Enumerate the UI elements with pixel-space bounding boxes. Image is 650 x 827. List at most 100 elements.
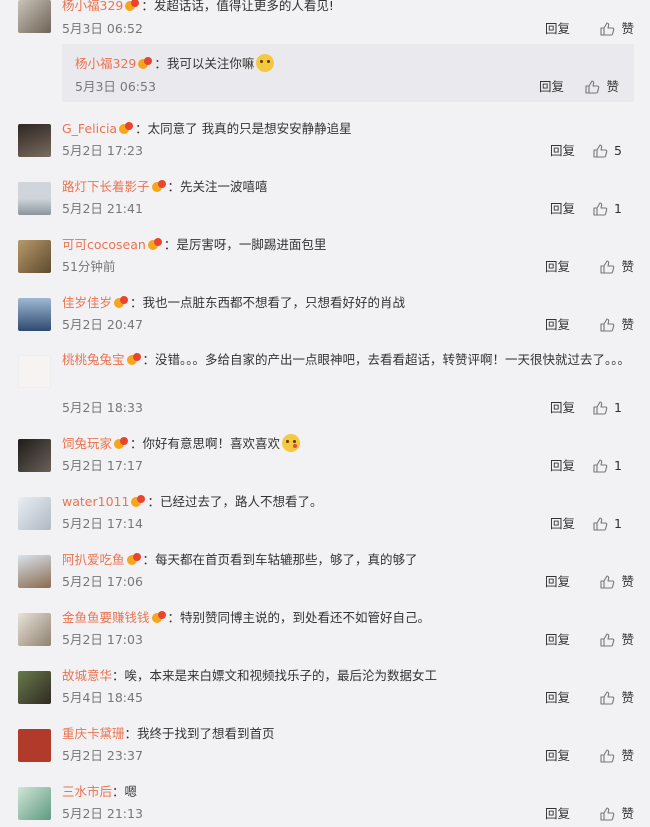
reply-button[interactable]: 回复: [545, 748, 570, 764]
reply-button[interactable]: 回复: [545, 317, 570, 333]
username-link[interactable]: 饲兔玩家: [62, 436, 112, 451]
avatar[interactable]: [18, 555, 51, 588]
avatar[interactable]: [18, 729, 51, 762]
avatar[interactable]: [18, 613, 51, 646]
username-link[interactable]: 三水市后: [62, 784, 112, 799]
avatar[interactable]: [18, 298, 51, 331]
like-button[interactable]: 1: [592, 458, 634, 474]
username-link[interactable]: 路灯下长着影子: [62, 179, 150, 194]
reply-button[interactable]: 回复: [545, 21, 570, 37]
like-button[interactable]: 1: [592, 201, 634, 217]
colon: ：: [163, 237, 177, 252]
like-button[interactable]: 赞: [599, 21, 634, 37]
vip-badge-icon: [119, 122, 134, 135]
avatar[interactable]: [18, 439, 51, 472]
comment-text: 我也一点脏东西都不想看了，只想看好好的肖战: [142, 295, 406, 310]
thumbs-up-icon: [592, 143, 608, 159]
username-link[interactable]: G_Felicia: [62, 121, 117, 136]
avatar[interactable]: [18, 355, 51, 388]
comment-time: 5月2日 18:33: [62, 400, 143, 415]
like-count: 5: [614, 143, 622, 158]
reply-button[interactable]: 回复: [545, 806, 570, 822]
reply-button[interactable]: 回复: [550, 400, 575, 416]
username-link[interactable]: water1011: [62, 494, 129, 509]
sub-reply: 杨小福329 ：我可以关注你嘛 5月3日 06:53 回复 赞: [62, 44, 634, 102]
vip-badge-icon: [147, 238, 163, 251]
username-link[interactable]: 重庆卡黛珊: [62, 726, 125, 741]
comment-time: 51分钟前: [62, 259, 116, 274]
vip-badge-icon: [126, 553, 142, 566]
like-count: 1: [614, 458, 622, 473]
reply-button[interactable]: 回复: [550, 516, 575, 532]
username-link[interactable]: 佳岁佳岁: [62, 295, 112, 310]
comment-time: 5月2日 17:03: [62, 632, 143, 647]
like-button[interactable]: 赞: [599, 317, 634, 333]
like-count: 赞: [621, 574, 634, 589]
like-count: 赞: [621, 690, 634, 705]
reply-button[interactable]: 回复: [545, 632, 570, 648]
username-link[interactable]: 故城意华: [62, 668, 112, 683]
comment-text: 太同意了 我真的只是想安安静静追星: [147, 121, 352, 136]
like-button[interactable]: 赞: [599, 806, 634, 822]
username-link[interactable]: 金鱼鱼要赚钱钱: [62, 610, 150, 625]
comment-text: 没错。。。多给自家的产出一点眼神吧，去看看超话，转赞评啊！一天很快就过去了。。。: [155, 352, 631, 367]
comment-text: 是厉害呀，一脚踢进面包里: [176, 237, 327, 252]
avatar[interactable]: [18, 182, 51, 215]
like-count: 1: [614, 516, 622, 531]
comment-text: 每天都在首页看到车轱辘那些，够了，真的够了: [155, 552, 418, 567]
like-button[interactable]: 1: [592, 516, 634, 532]
thumbs-up-icon: [599, 574, 615, 590]
like-count: 1: [614, 201, 622, 216]
reply-button[interactable]: 回复: [550, 201, 575, 217]
avatar[interactable]: [18, 0, 51, 33]
comment-text: 嗯: [124, 784, 138, 799]
comment-time: 5月2日 17:23: [62, 143, 143, 158]
username-link[interactable]: 杨小福329: [75, 56, 136, 71]
vip-badge-icon: [114, 437, 129, 450]
colon: ：: [147, 494, 160, 509]
like-button[interactable]: 1: [592, 400, 634, 416]
reply-button[interactable]: 回复: [550, 458, 575, 474]
colon: ：: [130, 436, 143, 451]
thumbs-up-icon: [592, 458, 608, 474]
avatar[interactable]: [18, 124, 51, 157]
comment-text: 特别赞同博主说的，到处看还不如管好自己。: [180, 610, 431, 625]
reply-button[interactable]: 回复: [545, 690, 570, 706]
pleading-face-emoji-icon: [256, 54, 275, 72]
vip-badge-icon: [114, 296, 129, 309]
vip-badge-icon: [151, 180, 167, 193]
username-link[interactable]: 可可cocosean: [62, 237, 146, 252]
like-button[interactable]: 赞: [584, 79, 619, 95]
comment-text: 我终于找到了想看到首页: [137, 726, 275, 741]
like-button[interactable]: 赞: [599, 690, 634, 706]
thumbs-up-icon: [592, 516, 608, 532]
comment-text: 你好有意思啊！喜欢喜欢: [142, 436, 281, 451]
reply-button[interactable]: 回复: [550, 143, 575, 159]
username-link[interactable]: 阿扒爱吃鱼: [62, 552, 125, 567]
comment-text-line: G_Felicia ：太同意了 我真的只是想安安静静追星: [62, 119, 352, 139]
like-button[interactable]: 赞: [599, 632, 634, 648]
comment-time: 5月4日 18:45: [62, 690, 143, 705]
comment-text-line: 杨小福329 ：发超话话，值得让更多的人看见!: [62, 0, 334, 16]
colon: ：: [167, 179, 181, 194]
comment-text-line: 金鱼鱼要赚钱钱 ：特别赞同博主说的，到处看还不如管好自己。: [62, 608, 430, 628]
like-button[interactable]: 赞: [599, 748, 634, 764]
reply-button[interactable]: 回复: [545, 574, 570, 590]
avatar[interactable]: [18, 787, 51, 820]
comment-text: 我可以关注你嘛: [166, 56, 255, 71]
like-button[interactable]: 赞: [599, 259, 634, 275]
like-button[interactable]: 赞: [599, 574, 634, 590]
username-link[interactable]: 杨小福329: [62, 0, 123, 13]
like-button[interactable]: 5: [592, 143, 634, 159]
avatar[interactable]: [18, 240, 51, 273]
comment-text-line: 三水市后：嗯: [62, 782, 137, 802]
reply-button[interactable]: 回复: [539, 79, 564, 95]
colon: ：: [154, 56, 167, 71]
username-link[interactable]: 桃桃兔兔宝: [62, 352, 125, 367]
colon: ：: [142, 552, 156, 567]
thumbs-up-icon: [599, 317, 615, 333]
reply-button[interactable]: 回复: [545, 259, 570, 275]
like-count: 赞: [621, 259, 634, 274]
avatar[interactable]: [18, 671, 51, 704]
avatar[interactable]: [18, 497, 51, 530]
